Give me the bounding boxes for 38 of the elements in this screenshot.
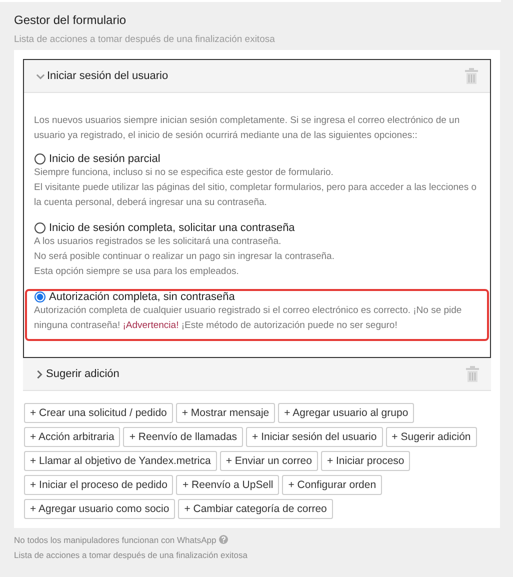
option-label[interactable]: Inicio de sesión completa, solicitar una contraseña [49, 222, 295, 234]
add-action-button[interactable]: + Sugerir adición [386, 427, 477, 447]
option-description: Siempre funciona, incluso si no se especifica este gestor de formulario. [34, 166, 334, 180]
add-action-button[interactable]: + Reenvío a UpSell [176, 475, 280, 495]
option-description: No será posible continuar o realizar un pago sin ingresar la contraseña. [34, 250, 336, 264]
handler-header[interactable]: Sugerir adición [23, 358, 491, 391]
add-action-button[interactable]: + Mostrar mensaje [176, 403, 276, 423]
option-label[interactable]: Inicio de sesión parcial [49, 153, 160, 165]
add-action-button[interactable]: + Llamar al objetivo de Yandex.metrica [24, 451, 217, 471]
section-title: Gestor del formulario [14, 13, 126, 27]
chevron-right-icon [35, 370, 44, 378]
add-action-button[interactable]: + Configurar orden [282, 475, 382, 495]
add-action-button[interactable]: + Crear una solicitud / pedido [24, 403, 173, 423]
help-icon[interactable] [219, 535, 228, 544]
radio-button[interactable] [34, 222, 46, 234]
add-action-button[interactable]: + Enviar un correo [220, 451, 318, 471]
note-text: No todos los manipuladores funcionan con WhatsApp [14, 534, 216, 544]
add-action-button[interactable]: + Iniciar sesión del usuario [246, 427, 383, 447]
radio-button[interactable] [34, 153, 46, 165]
option-description: Esta opción siempre se usa para los empleados. [34, 265, 240, 279]
option-description: A los usuarios registrados se les solicitará una contraseña. [34, 235, 282, 249]
note-text: Lista de acciones a tomar después de una finalización exitosa [14, 550, 248, 560]
add-action-button[interactable]: + Agregar usuario al grupo [278, 403, 414, 423]
add-action-button[interactable]: + Reenvío de llamadas [123, 427, 244, 447]
add-action-button[interactable]: + Agregar usuario como socio [24, 499, 176, 519]
option-label[interactable]: Autorización completa, sin contraseña [49, 291, 235, 303]
handler-header[interactable]: Iniciar sesión del usuario [24, 60, 490, 93]
add-action-button[interactable]: + Iniciar proceso [320, 451, 410, 471]
option-description: Autorización completa de cualquier usuario registrado si el correo electrónico es correcto. ¡No se pide ninguna contraseña! ¡Advertencia! ¡Este método de autorización puede no ser seguro! [34, 304, 463, 333]
add-action-button[interactable]: + Acción arbitraria [24, 427, 120, 447]
add-action-button[interactable]: + Cambiar categoría de correo [178, 499, 333, 519]
handler-title: Iniciar sesión del usuario [47, 70, 168, 82]
section-subtitle: Lista de acciones a tomar después de una finalización exitosa [14, 34, 275, 45]
intro-text: Los nuevos usuarios siempre inician sesión completamente. Si se ingresa el correo electrónico de un usuario ya registrado, el inicio de sesión ocurrirá mediante una de las siguientes opciones:: [34, 114, 461, 143]
chevron-down-icon [36, 72, 45, 80]
option-description: El visitante puede utilizar las páginas del sitio, completar formularios, pero para acceder a las lecciones o la cuenta personal, deberá ingresar una su contraseña. [34, 181, 478, 210]
add-action-button[interactable]: + Iniciar el proceso de pedido [24, 475, 174, 495]
handler-title: Sugerir adición [46, 368, 120, 380]
